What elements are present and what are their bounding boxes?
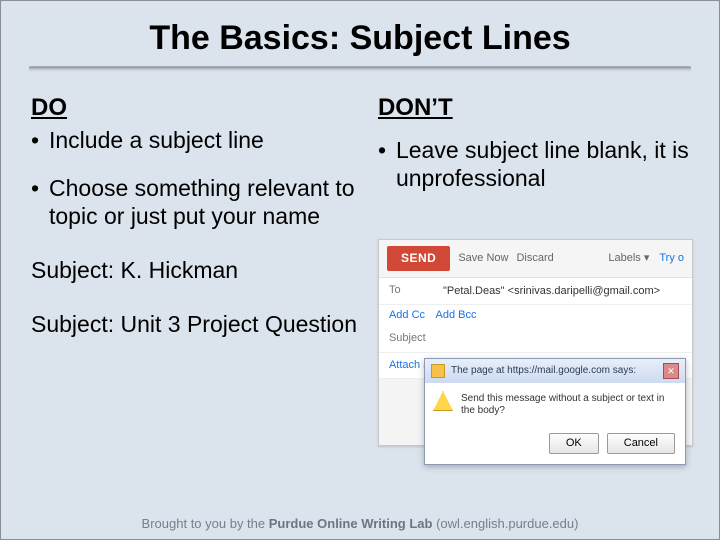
spacer — [31, 164, 368, 174]
save-now-link[interactable]: Save Now — [458, 252, 508, 265]
title-divider — [29, 66, 691, 73]
add-bcc-link[interactable]: Add Bcc — [436, 309, 477, 321]
subject-input[interactable] — [441, 332, 682, 346]
content-columns: DO • Include a subject line • Choose som… — [1, 73, 719, 339]
do-bullet: • Choose something relevant to topic or … — [31, 174, 368, 230]
dialog-buttons: OK Cancel — [425, 427, 685, 464]
discard-link[interactable]: Discard — [516, 252, 553, 265]
example-line: Subject: Unit 3 Project Question — [31, 310, 368, 338]
dont-bullet-text: Leave subject line blank, it is unprofes… — [396, 136, 689, 192]
footer-prefix: Brought to you by the — [142, 516, 269, 531]
do-bullet-text: Choose something relevant to topic or ju… — [49, 174, 368, 230]
bullet-mark: • — [378, 136, 396, 192]
do-bullet: • Include a subject line — [31, 126, 368, 154]
spacer — [378, 126, 689, 136]
ok-button[interactable]: OK — [549, 433, 599, 454]
to-label: To — [389, 284, 431, 297]
do-column: DO • Include a subject line • Choose som… — [31, 93, 368, 339]
compose-screenshot: SEND Save Now Discard Labels ▾ Try o To … — [378, 239, 693, 446]
dialog-body: Send this message without a subject or t… — [425, 383, 685, 427]
subject-label: Subject — [389, 332, 431, 345]
footer-bold: Purdue Online Writing Lab — [269, 516, 433, 531]
subject-row: Subject — [379, 326, 692, 353]
do-heading: DO — [31, 93, 368, 122]
dialog-area: The page at https://mail.google.com says… — [379, 379, 692, 445]
dialog-titlebar: The page at https://mail.google.com says… — [425, 359, 685, 383]
add-cc-link[interactable]: Add Cc — [389, 309, 425, 321]
footer-suffix: (owl.english.purdue.edu) — [432, 516, 578, 531]
dialog-title-text: The page at https://mail.google.com says… — [451, 365, 636, 377]
cc-row: Add Cc Add Bcc — [379, 305, 692, 326]
do-bullet-text: Include a subject line — [49, 126, 368, 154]
bullet-mark: • — [31, 126, 49, 154]
to-row: To — [379, 278, 692, 305]
try-link[interactable]: Try o — [659, 252, 684, 265]
dont-column: DON’T • Leave subject line blank, it is … — [378, 93, 689, 339]
footer: Brought to you by the Purdue Online Writ… — [1, 516, 719, 531]
cancel-button[interactable]: Cancel — [607, 433, 675, 454]
slide-title: The Basics: Subject Lines — [1, 1, 719, 66]
compose-toolbar: SEND Save Now Discard Labels ▾ Try o — [379, 240, 692, 278]
example-line: Subject: K. Hickman — [31, 256, 368, 284]
send-button[interactable]: SEND — [387, 246, 450, 271]
slide: The Basics: Subject Lines DO • Include a… — [0, 0, 720, 540]
labels-dropdown[interactable]: Labels ▾ — [608, 252, 649, 265]
to-input[interactable] — [441, 284, 682, 298]
close-icon[interactable]: ✕ — [663, 363, 679, 379]
confirm-dialog: The page at https://mail.google.com says… — [424, 358, 686, 465]
dont-bullet: • Leave subject line blank, it is unprof… — [378, 136, 689, 192]
dont-heading: DON’T — [378, 93, 689, 122]
page-favicon-icon — [431, 364, 445, 378]
dialog-message: Send this message without a subject or t… — [461, 393, 664, 416]
bullet-mark: • — [31, 174, 49, 230]
warning-icon — [433, 391, 453, 411]
